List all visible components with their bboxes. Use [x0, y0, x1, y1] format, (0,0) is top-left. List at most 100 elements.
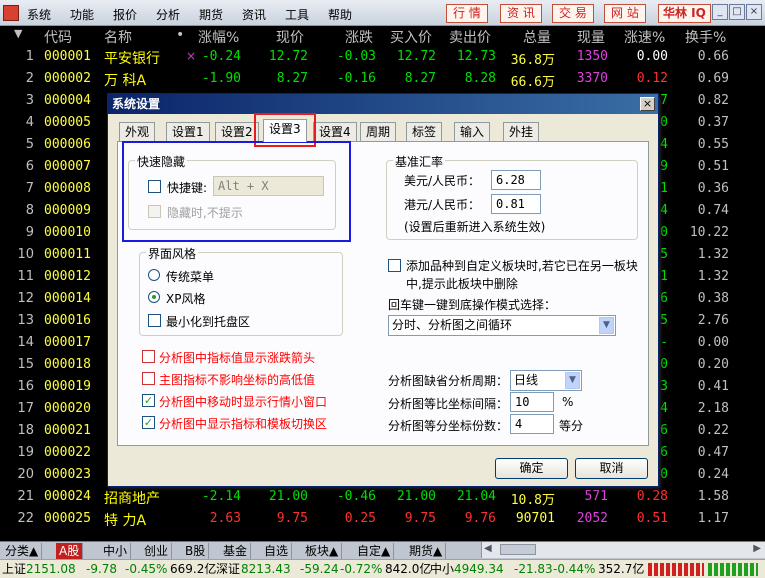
add-block-checkbox[interactable]	[388, 259, 401, 272]
quote-header-row: ▼ 代码 名称 • 涨幅% 现价 涨跌 买入价 卖出价 总量 现量 涨速% 换手…	[0, 26, 765, 46]
tab-b-share[interactable]: B股	[182, 543, 210, 559]
minimize-tray-checkbox[interactable]	[148, 314, 161, 327]
row-chg_pct: -2.14	[201, 489, 241, 504]
tab-settings4[interactable]: 设置4	[313, 122, 357, 141]
row-bid: 12.72	[396, 49, 436, 64]
row-code: 000020	[44, 401, 91, 416]
table-row[interactable]: 2 000002 万 科A -1.90 8.27 -0.16 8.27 8.28 66.6万 33…	[0, 68, 765, 90]
tab-futures[interactable]: 期货▲	[406, 543, 447, 559]
row-code: 000022	[44, 445, 91, 460]
row-spd: 0	[660, 225, 668, 240]
menu-quote[interactable]: 报价	[113, 6, 137, 23]
header-name[interactable]: 名称	[104, 27, 132, 47]
menu-futures[interactable]: 期货	[199, 6, 223, 23]
nav-website-button[interactable]: 网 站	[604, 4, 646, 23]
tab-input[interactable]: 输入	[454, 122, 491, 141]
tab-custom[interactable]: 自定▲	[354, 543, 395, 559]
menu-tools[interactable]: 工具	[285, 6, 309, 23]
template-switch-checkbox[interactable]: ✓	[142, 416, 155, 429]
tab-sector[interactable]: 板块▲	[302, 543, 343, 559]
tab-settings1[interactable]: 设置1	[166, 122, 210, 141]
tab-settings3[interactable]: 设置3	[263, 119, 307, 142]
traditional-menu-radio[interactable]	[148, 269, 160, 281]
main-index-checkbox[interactable]	[142, 372, 155, 385]
menu-analysis[interactable]: 分析	[156, 6, 180, 23]
dialog-title[interactable]: 系统设置	[108, 94, 658, 114]
enter-mode-select[interactable]: 分时、分析图之间循环 ▼	[388, 315, 616, 336]
header-turnover[interactable]: 换手%	[685, 27, 726, 47]
minimize-icon[interactable]: _	[712, 4, 728, 20]
hualin-iq-button[interactable]: 华林 IQ	[658, 4, 711, 23]
xp-style-radio[interactable]	[148, 291, 160, 303]
row-code: 000016	[44, 313, 91, 328]
row-cur: 2052	[576, 511, 608, 526]
header-bid[interactable]: 买入价	[390, 27, 432, 47]
hide-no-prompt-checkbox[interactable]	[148, 205, 161, 218]
sort-arrow-icon[interactable]: ▼	[14, 27, 22, 40]
split-field[interactable]: 4	[510, 414, 554, 434]
row-spd: 4	[660, 137, 668, 152]
tab-fund[interactable]: 基金	[220, 543, 252, 559]
hotkey-checkbox[interactable]	[148, 180, 161, 193]
row-vol: 10.8万	[510, 493, 555, 508]
chevron-down-icon[interactable]: ▼	[599, 317, 614, 334]
show-arrow-checkbox[interactable]	[142, 350, 155, 363]
ui-style-group: 界面风格 传统菜单 XP风格 最小化到托盘区	[139, 245, 343, 336]
row-spd: 0	[660, 467, 668, 482]
menu-news[interactable]: 资讯	[242, 6, 266, 23]
menu-help[interactable]: 帮助	[328, 6, 352, 23]
dialog-close-icon[interactable]: ×	[640, 97, 655, 111]
maximize-icon[interactable]: □	[729, 4, 745, 20]
table-row[interactable]: 21 000024 招商地产 -2.14 21.00 -0.46 21.00 21.04 10.…	[0, 486, 765, 508]
header-code[interactable]: 代码	[44, 27, 72, 47]
header-price[interactable]: 现价	[276, 27, 304, 47]
row-chg_pct: -1.90	[201, 71, 241, 86]
ratio-field[interactable]: 10	[510, 392, 554, 412]
tab-settings2[interactable]: 设置2	[215, 122, 259, 141]
tab-period[interactable]: 周期	[360, 122, 397, 141]
close-icon[interactable]: ×	[746, 4, 762, 20]
table-row[interactable]: 1 000001 平安银行 × -0.24 12.72 -0.03 12.72 12.73 36.…	[0, 46, 765, 68]
tab-watchlist[interactable]: 自选	[261, 543, 293, 559]
header-cur-vol[interactable]: 现量	[577, 27, 605, 47]
period-label: 分析图缺省分析周期：	[388, 374, 509, 388]
header-ask[interactable]: 卖出价	[449, 27, 491, 47]
cancel-button[interactable]: 取消	[575, 458, 648, 479]
tab-labels[interactable]: 标签	[406, 122, 443, 141]
nav-news-button[interactable]: 资 讯	[500, 4, 542, 23]
scroll-right-icon[interactable]: ▶	[753, 543, 761, 554]
row-turn: 0.82	[697, 93, 729, 108]
tab-category[interactable]: 分类▲	[2, 543, 43, 559]
usd-rate-field[interactable]: 6.28	[491, 170, 541, 190]
period-chevron-down-icon[interactable]: ▼	[565, 372, 580, 389]
header-chg-pct[interactable]: 涨幅%	[198, 27, 239, 47]
hkd-rate-field[interactable]: 0.81	[491, 194, 541, 214]
ok-button[interactable]: 确定	[495, 458, 568, 479]
menu-function[interactable]: 功能	[70, 6, 94, 23]
row-name: 平安银行	[104, 51, 160, 67]
tab-appearance[interactable]: 外观	[119, 122, 156, 141]
row-code: 000011	[44, 247, 91, 262]
menu-system[interactable]: 系统	[27, 6, 51, 23]
header-speed[interactable]: 涨速%	[624, 27, 665, 47]
header-volume[interactable]: 总量	[523, 27, 551, 47]
ratio-label: 分析图等比坐标间隔：	[388, 397, 509, 411]
scroll-thumb[interactable]	[500, 544, 536, 555]
mini-window-checkbox[interactable]: ✓	[142, 394, 155, 407]
nav-quote-button[interactable]: 行 情	[446, 4, 488, 23]
period-select[interactable]: 日线 ▼	[510, 370, 582, 391]
table-row[interactable]: 22 000025 特 力A 2.63 9.75 0.25 9.75 9.76 90701 205…	[0, 508, 765, 530]
tab-chinext[interactable]: 创业	[141, 543, 173, 559]
header-chg[interactable]: 涨跌	[345, 27, 373, 47]
tab-sme[interactable]: 中小	[100, 543, 132, 559]
tab-plugin[interactable]: 外挂	[503, 122, 540, 141]
row-index: 4	[25, 115, 34, 130]
hotkey-field[interactable]: Alt + X	[213, 176, 324, 196]
tab-a-share[interactable]: A股	[56, 543, 84, 559]
rate-note: (设置后重新进入系统生效)	[404, 220, 546, 234]
scroll-left-icon[interactable]: ◀	[484, 543, 492, 554]
row-spd: 3	[660, 379, 668, 394]
nav-trade-button[interactable]: 交 易	[552, 4, 594, 23]
horizontal-scrollbar[interactable]: ◀ ▶	[481, 542, 765, 558]
status-sz-amount: 842.0亿	[385, 562, 432, 576]
